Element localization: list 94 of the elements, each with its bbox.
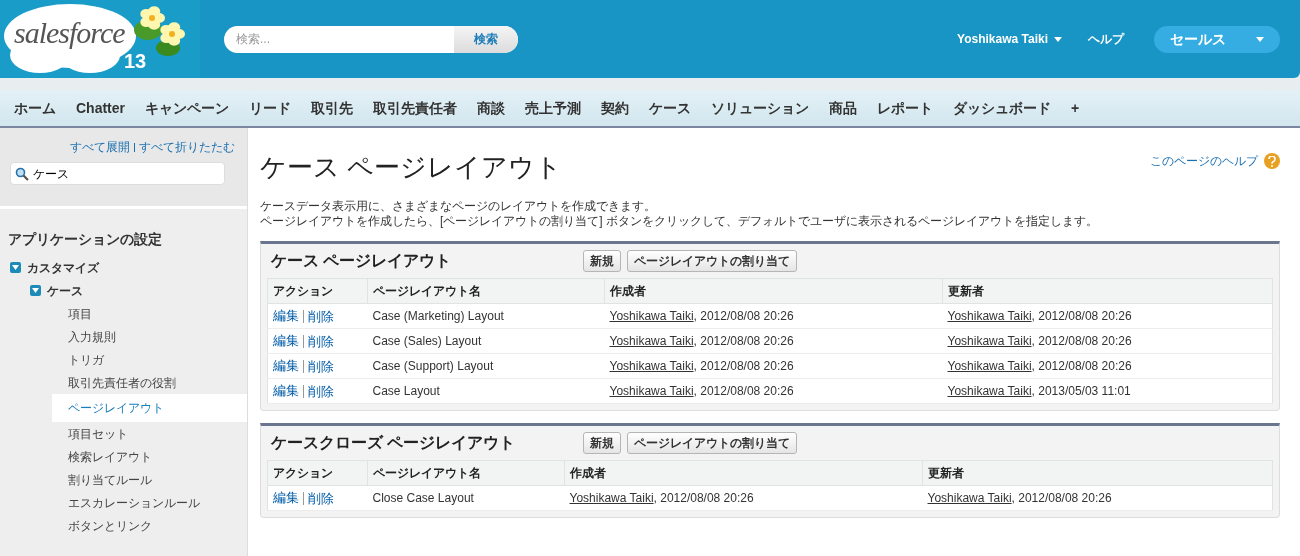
column-header: ページレイアウト名 (367, 460, 565, 486)
user-link[interactable]: Yoshikawa Taiki (927, 491, 1012, 505)
date-text: , 2012/08/08 20:26 (1011, 491, 1112, 505)
collapse-all-link[interactable]: すべて折りたたむ (139, 138, 235, 156)
nav-tab[interactable]: レポート (867, 90, 943, 126)
toolbar-button[interactable]: 新規 (583, 250, 621, 272)
table-cell: Case (Support) Layout (367, 353, 605, 379)
tree-item[interactable]: 検索レイアウト (0, 445, 247, 468)
search-field[interactable]: 検索... 検索 (224, 25, 518, 53)
quick-find-input[interactable]: ケース (33, 164, 220, 183)
user-link[interactable]: Yoshikawa Taiki (609, 384, 694, 398)
help-icon (1264, 153, 1280, 169)
nav-tab[interactable]: リード (239, 90, 301, 126)
column-header: アクション (267, 278, 368, 304)
date-text: , 2012/08/08 20:26 (1031, 309, 1132, 323)
collapse-icon[interactable] (10, 262, 21, 273)
date-text: , 2012/08/08 20:26 (693, 359, 794, 373)
delete-link[interactable]: 削除 (303, 334, 334, 348)
column-header: 更新者 (922, 460, 1273, 486)
nav-tab[interactable]: ホーム (4, 90, 66, 126)
column-header: 作成者 (564, 460, 923, 486)
tree-item[interactable]: ボタンとリンク (0, 514, 247, 537)
edit-link[interactable]: 編集 (273, 381, 303, 401)
nav-tab[interactable]: キャンペーン (135, 90, 239, 126)
nav-tab[interactable]: 商談 (467, 90, 515, 126)
caret-icon (1054, 36, 1062, 42)
column-header: ページレイアウト名 (367, 278, 605, 304)
nav-tab[interactable]: + (1061, 90, 1090, 126)
release-number: 13 (124, 49, 147, 74)
user-link[interactable]: Yoshikawa Taiki (947, 334, 1032, 348)
tree-item[interactable]: 項目セット (0, 422, 247, 445)
nav-tab[interactable]: 取引先 (301, 90, 363, 126)
tree-item[interactable]: 項目 (0, 302, 247, 325)
table-cell: Case (Sales) Layout (367, 328, 605, 354)
search-icon (15, 166, 29, 181)
edit-link[interactable]: 編集 (273, 356, 303, 376)
search-button[interactable]: 検索 (454, 25, 518, 53)
user-link[interactable]: Yoshikawa Taiki (609, 309, 694, 323)
collapse-icon[interactable] (30, 285, 41, 296)
tree-item[interactable]: 取引先責任者の役割 (0, 371, 247, 394)
tree-item[interactable]: ページレイアウト (52, 394, 247, 422)
tree-item[interactable]: エスカレーションルール (0, 491, 247, 514)
tree-item[interactable]: トリガ (0, 348, 247, 371)
delete-link[interactable]: 削除 (303, 359, 334, 373)
user-link[interactable]: Yoshikawa Taiki (569, 491, 654, 505)
nav-tab[interactable]: ソリューション (701, 90, 819, 126)
user-link[interactable]: Yoshikawa Taiki (947, 309, 1032, 323)
column-header: 作成者 (604, 278, 943, 304)
user-link[interactable]: Yoshikawa Taiki (609, 334, 694, 348)
nav-tab[interactable]: Chatter (66, 90, 135, 126)
quick-find-field[interactable]: ケース (10, 162, 225, 185)
date-text: , 2013/05/03 11:01 (1031, 384, 1131, 398)
edit-link[interactable]: 編集 (273, 488, 303, 508)
page-title: ケース ページレイアウト (260, 151, 563, 184)
user-link[interactable]: Yoshikawa Taiki (609, 359, 694, 373)
toolbar-button[interactable]: ページレイアウトの割り当て (627, 432, 797, 454)
delete-link[interactable]: 削除 (303, 309, 334, 323)
description-text: ケースデータ表示用に、さまざまなページのレイアウトを作成できます。 (260, 199, 657, 214)
edit-link[interactable]: 編集 (273, 306, 303, 326)
toolbar-button[interactable]: 新規 (583, 432, 621, 454)
tree-item[interactable]: 割り当てルール (0, 468, 247, 491)
nav-tab[interactable]: 売上予測 (515, 90, 591, 126)
expand-all-link[interactable]: すべて展開 (70, 138, 130, 156)
caret-icon (1256, 36, 1264, 42)
tree-item[interactable]: 入力規則 (0, 325, 247, 348)
user-link[interactable]: Yoshikawa Taiki (947, 384, 1032, 398)
delete-link[interactable]: 削除 (303, 384, 334, 398)
section-title: ケース ページレイアウト (270, 251, 453, 271)
column-header: 更新者 (942, 278, 1273, 304)
table-cell: Case (Marketing) Layout (367, 303, 605, 329)
edit-link[interactable]: 編集 (273, 331, 303, 351)
table-cell: Close Case Layout (367, 485, 565, 511)
date-text: , 2012/08/08 20:26 (693, 309, 794, 323)
date-text: , 2012/08/08 20:26 (1031, 334, 1132, 348)
nav-tab[interactable]: 契約 (591, 90, 639, 126)
column-header: アクション (267, 460, 368, 486)
nav-tab[interactable]: ケース (639, 90, 701, 126)
table-cell: Case Layout (367, 378, 605, 404)
nav-tab[interactable]: 商品 (819, 90, 867, 126)
delete-link[interactable]: 削除 (303, 491, 334, 505)
tree-item[interactable]: カスタマイズ (0, 256, 247, 279)
toolbar-button[interactable]: ページレイアウトの割り当て (627, 250, 797, 272)
section-title: ケースクローズ ページレイアウト (270, 433, 517, 453)
nav-tab[interactable]: ダッシュボード (943, 90, 1061, 126)
tree-item[interactable]: ケース (0, 279, 247, 302)
description-text: ページレイアウトを作成したら、[ページレイアウトの割り当て] ボタンをクリックして、デフォルトでユーザに表示されるページレイアウトを指定します。 (260, 214, 1099, 229)
date-text: , 2012/08/08 20:26 (1031, 359, 1132, 373)
section-heading: アプリケーションの設定 (7, 230, 163, 249)
date-text: , 2012/08/08 20:26 (653, 491, 754, 505)
user-link[interactable]: Yoshikawa Taiki (947, 359, 1032, 373)
nav-tab[interactable]: 取引先責任者 (363, 90, 467, 126)
date-text: , 2012/08/08 20:26 (693, 384, 794, 398)
help-link[interactable]: このページのヘルプ (1150, 152, 1258, 170)
date-text: , 2012/08/08 20:26 (693, 334, 794, 348)
